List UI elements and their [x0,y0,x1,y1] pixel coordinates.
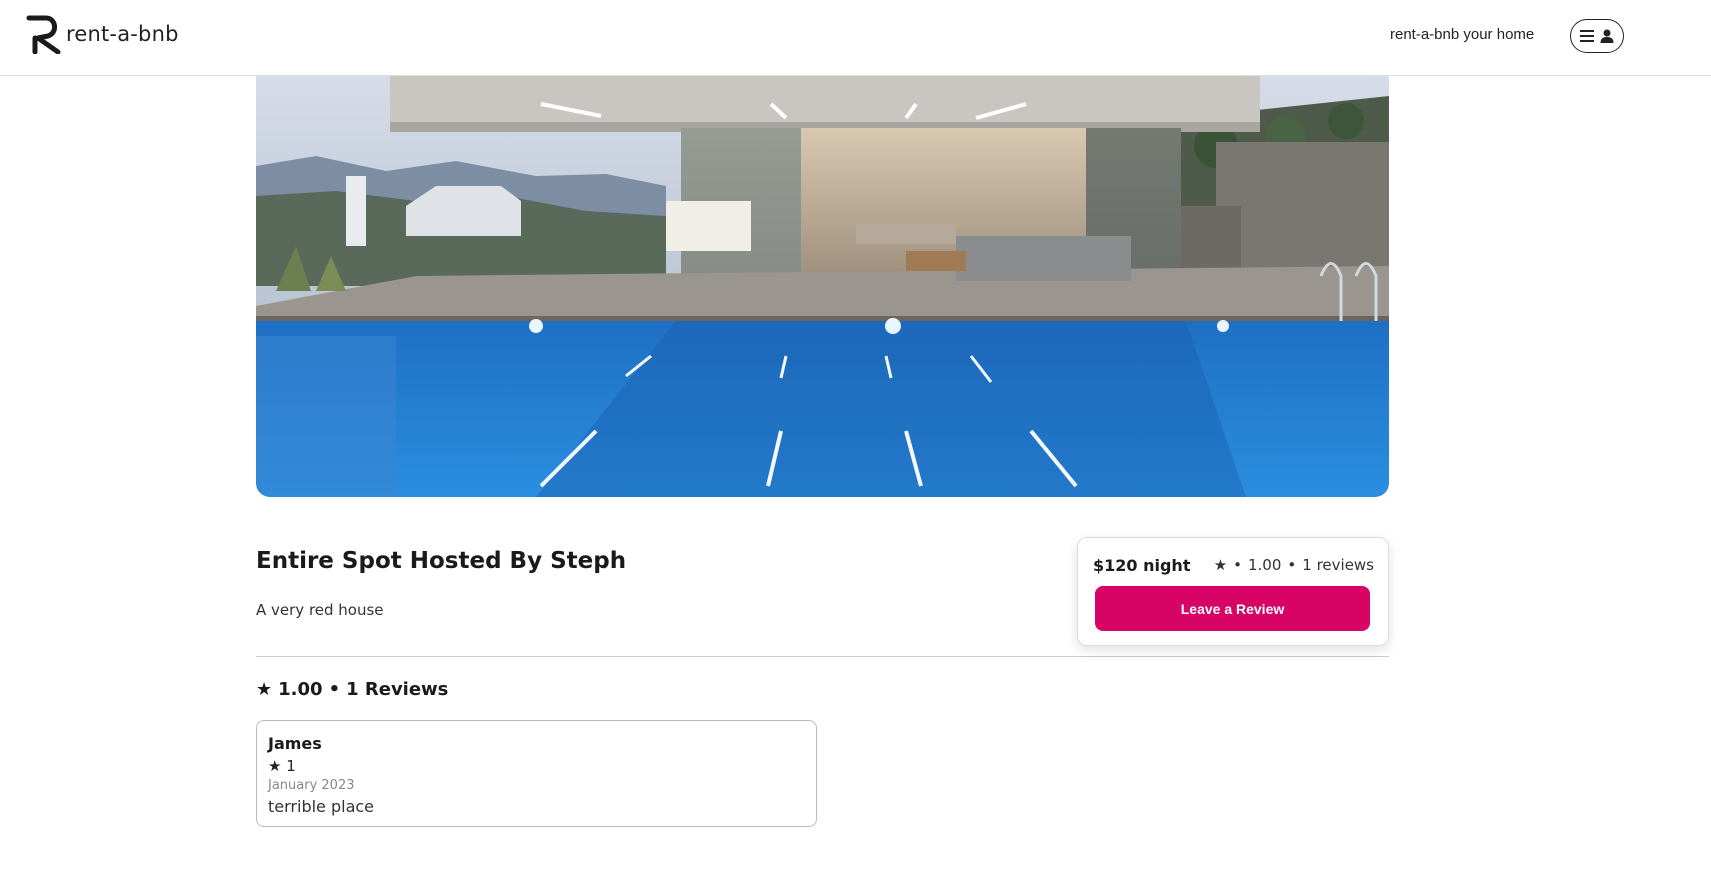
leave-review-button[interactable]: Leave a Review [1095,586,1370,631]
logo[interactable]: rent-a-bnb [26,14,179,54]
separator-dot: • [1287,556,1297,574]
booking-card: $120 night ★ • 1.00 • 1 reviews Leave a … [1077,537,1389,646]
divider [256,656,1389,657]
star-icon: ★ [256,679,273,700]
profile-menu-button[interactable] [1570,19,1624,53]
summary-rating: 1.00 [278,679,323,700]
separator-dot: • [328,679,341,700]
reviewer-name: James [268,734,322,753]
summary-review-count: 1 Reviews [346,679,449,700]
card-rating: ★ • 1.00 • 1 reviews [1214,556,1374,574]
review-text: terrible place [268,797,375,816]
logo-icon [26,15,61,54]
reviews-summary: ★ 1.00 • 1 Reviews [256,679,448,700]
spot-title: Entire Spot Hosted By Steph [256,548,627,574]
review-count: 1 reviews [1302,556,1374,574]
spot-description: A very red house [256,601,384,619]
spot-image [256,76,1389,497]
review-card: James ★ 1 January 2023 terrible place [256,720,817,827]
host-your-home-link[interactable]: rent-a-bnb your home [1390,26,1534,43]
rating-value: 1.00 [1248,556,1282,574]
star-icon: ★ [1213,556,1228,574]
menu-icon [1580,30,1594,42]
separator-dot: • [1233,556,1242,574]
logo-text: rent-a-bnb [66,22,179,46]
review-date: January 2023 [268,778,355,793]
review-stars: ★ 1 [268,757,296,775]
user-icon [1600,29,1614,43]
price-per-night: $120 night [1093,556,1191,575]
site-header: rent-a-bnb rent-a-bnb your home [0,0,1711,76]
